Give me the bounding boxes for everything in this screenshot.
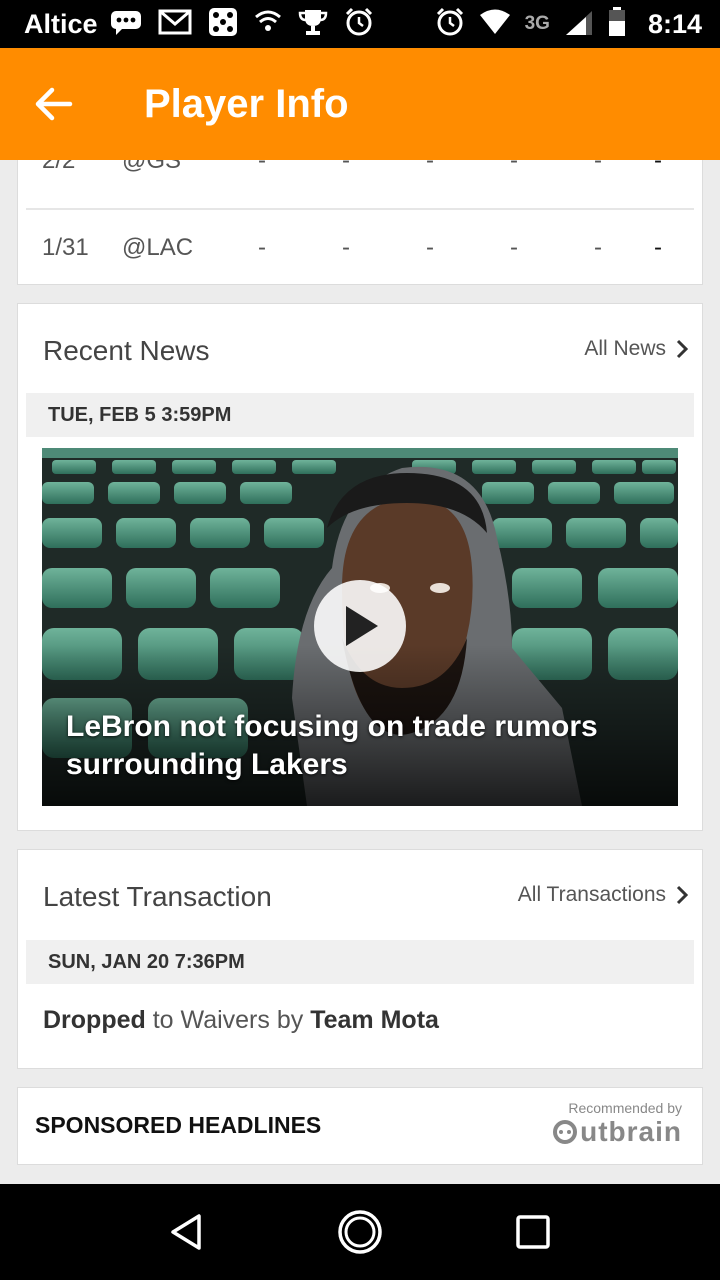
chat-icon <box>110 9 142 40</box>
nav-back-button[interactable] <box>157 1202 217 1262</box>
page-title: Player Info <box>144 81 349 126</box>
navigation-bar <box>0 1184 720 1280</box>
sponsored-headlines-card: SPONSORED HEADLINES Recommended by utbra… <box>17 1087 703 1165</box>
all-news-link[interactable]: All News <box>584 337 688 361</box>
video-title[interactable]: LeBron not focusing on trade rumors surr… <box>66 708 656 784</box>
table-row: 2/2 @GS - - - - - - <box>26 160 694 199</box>
recommended-by-label: Recommended by <box>568 1100 682 1116</box>
stat-cell: - <box>654 234 662 261</box>
content-scroll[interactable]: 2/2 @GS - - - - - - 1/31 @LAC - - - - - … <box>0 160 720 1184</box>
transaction-date: SUN, JAN 20 7:36PM <box>26 940 694 984</box>
stat-cell: - <box>510 160 518 174</box>
battery-icon <box>608 6 626 42</box>
nav-recents-button[interactable] <box>503 1202 563 1262</box>
circle-home-icon <box>338 1210 382 1254</box>
triangle-back-icon <box>170 1214 201 1250</box>
chevron-right-icon <box>676 339 688 359</box>
signal-icon <box>564 9 594 40</box>
nav-home-button[interactable] <box>330 1202 390 1262</box>
stat-cell: - <box>594 160 602 174</box>
game-log-card: 2/2 @GS - - - - - - 1/31 @LAC - - - - - … <box>17 160 703 285</box>
all-news-label: All News <box>584 337 666 360</box>
stat-cell: - <box>426 160 434 174</box>
game-date: 1/31 <box>42 234 89 261</box>
recent-news-card: Recent News All News TUE, FEB 5 3:59PM L… <box>17 303 703 831</box>
transaction-team: Team Mota <box>310 1006 439 1034</box>
stat-cell: - <box>510 234 518 261</box>
square-recents-icon <box>516 1215 551 1249</box>
alarm-icon <box>344 7 374 42</box>
outbrain-badge[interactable]: Recommended by utbrain <box>552 1100 682 1148</box>
transaction-action: Dropped <box>43 1006 146 1034</box>
game-opponent: @LAC <box>122 234 194 261</box>
stat-cell: - <box>342 160 350 174</box>
outbrain-o-icon <box>553 1120 578 1144</box>
stat-cell: - <box>258 234 266 261</box>
stat-cell: - <box>426 234 434 261</box>
latest-transaction-heading: Latest Transaction <box>43 881 272 912</box>
table-row: 1/31 @LAC - - - - - - <box>26 210 694 286</box>
stat-cell: - <box>594 234 602 261</box>
trophy-icon <box>298 8 328 41</box>
dice-icon <box>208 7 238 42</box>
play-button[interactable] <box>314 580 406 672</box>
stat-cell: - <box>654 160 662 174</box>
all-transactions-link[interactable]: All Transactions <box>518 883 688 907</box>
all-transactions-label: All Transactions <box>517 883 666 906</box>
back-button[interactable] <box>24 74 84 134</box>
game-opponent: @GS <box>122 160 182 174</box>
chevron-right-icon <box>676 885 688 905</box>
outbrain-logo: utbrain <box>552 1116 682 1148</box>
recent-news-heading: Recent News <box>43 335 210 366</box>
app-bar: Player Info <box>0 48 720 160</box>
game-date: 2/2 <box>42 160 76 174</box>
play-icon <box>346 606 378 646</box>
carrier-name: Altice <box>24 8 98 39</box>
wifi-icon <box>479 9 511 40</box>
transaction-description: Dropped to Waivers by Team Mota <box>43 1006 439 1035</box>
arrow-left-icon <box>35 87 73 121</box>
news-date: TUE, FEB 5 3:59PM <box>26 393 694 437</box>
transaction-middle: to Waivers by <box>152 1006 304 1034</box>
status-bar: Altice 3G 8:14 <box>0 0 720 48</box>
alarm-clock-icon <box>435 7 465 42</box>
sponsored-title: SPONSORED HEADLINES <box>35 1112 322 1138</box>
gmail-icon <box>158 9 192 40</box>
outbrain-brand: utbrain <box>580 1116 682 1147</box>
news-video[interactable]: LeBron not focusing on trade rumors surr… <box>42 448 678 806</box>
wifi-check-icon <box>254 9 282 40</box>
latest-transaction-card: Latest Transaction All Transactions SUN,… <box>17 849 703 1069</box>
network-type: 3G <box>524 13 550 34</box>
stat-cell: - <box>342 234 350 261</box>
stat-cell: - <box>258 160 266 174</box>
clock: 8:14 <box>647 8 702 39</box>
